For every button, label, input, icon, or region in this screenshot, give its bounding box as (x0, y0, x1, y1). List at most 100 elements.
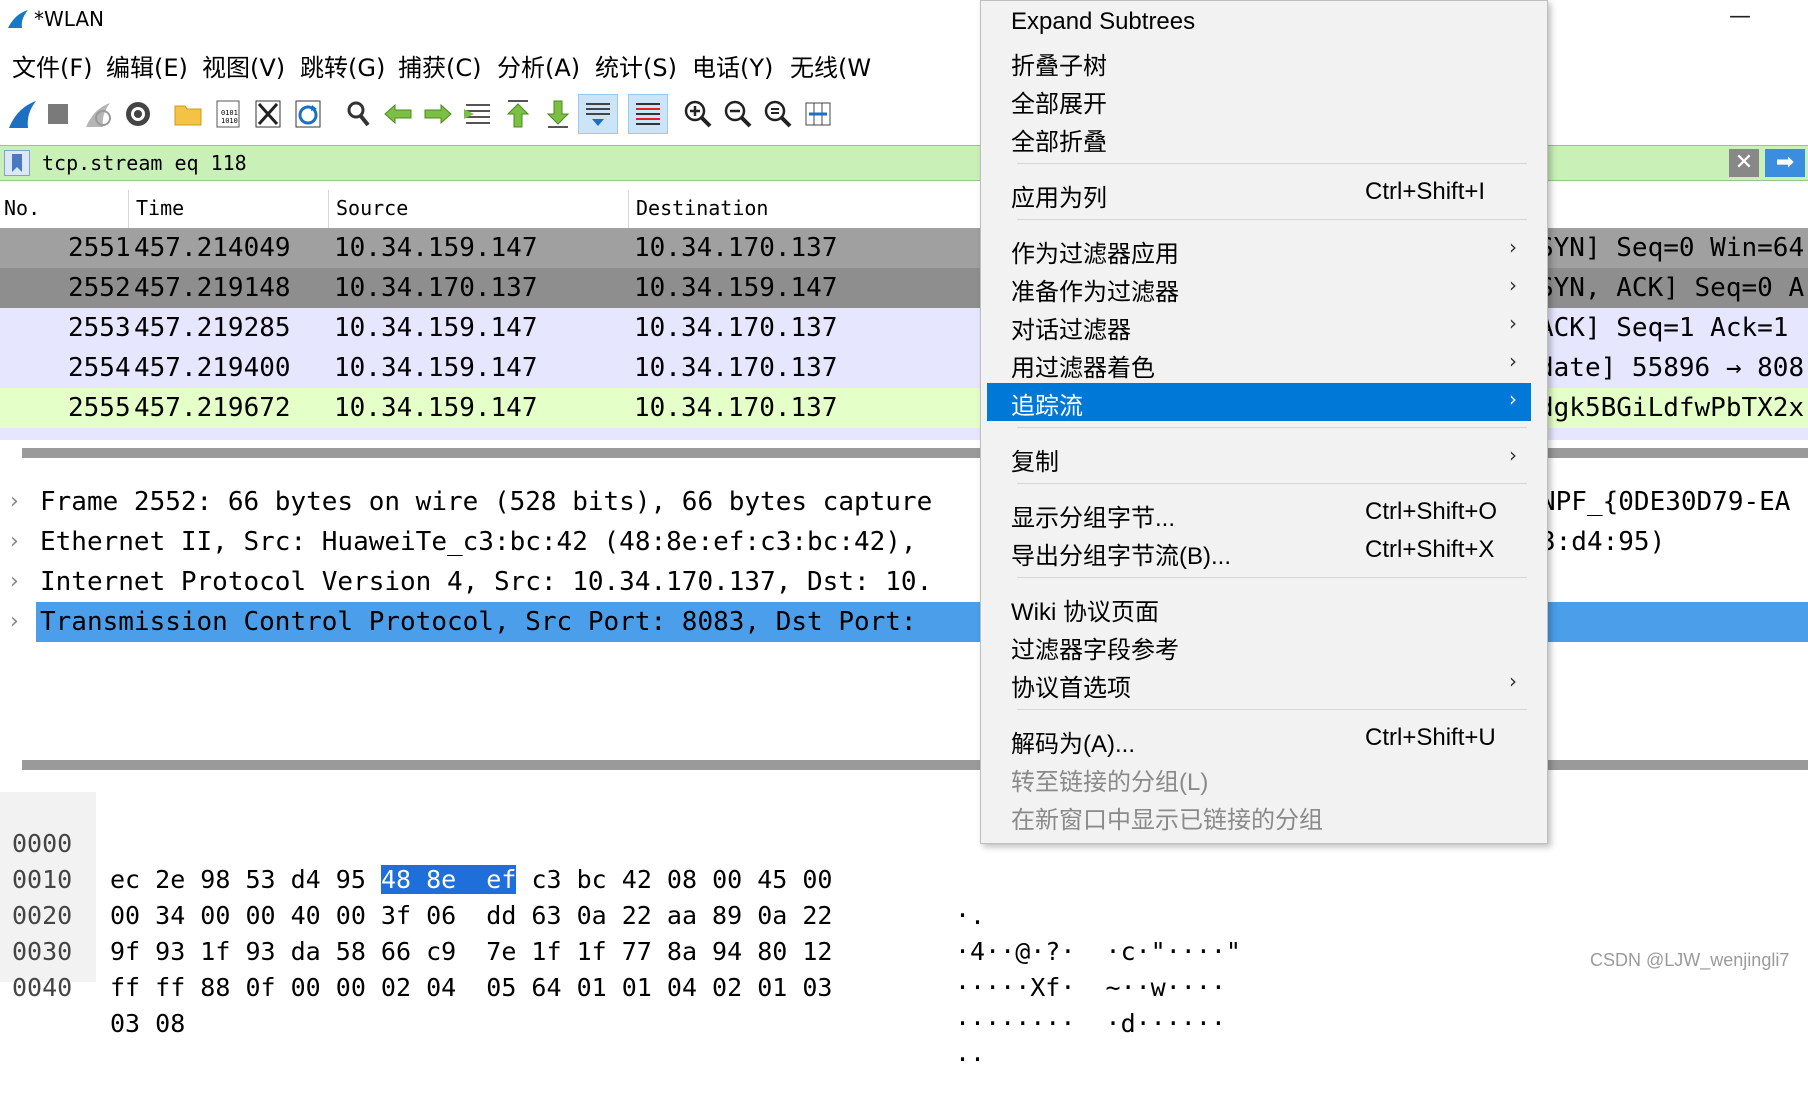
column-header-source[interactable]: Source (336, 196, 408, 220)
capture-options-icon[interactable] (118, 94, 158, 134)
menu-item-filter-field-reference[interactable]: 过滤器字段参考 (987, 627, 1531, 665)
stop-capture-icon[interactable] (38, 94, 78, 134)
window-title: *WLAN (34, 7, 105, 31)
context-menu: Expand Subtrees 折叠子树 全部展开 全部折叠 应用为列 Ctrl+… (980, 0, 1548, 844)
expand-arrow-icon[interactable]: › (10, 482, 19, 522)
restart-capture-icon[interactable] (78, 94, 118, 134)
menu-view[interactable]: 视图(V) (202, 48, 285, 83)
menu-separator (1017, 427, 1527, 428)
menu-bar: 文件(F) 编辑(E) 视图(V) 跳转(G) 捕获(C) 分析(A) 统计(S… (0, 40, 980, 86)
go-back-icon[interactable] (378, 94, 418, 134)
packet-destination: 10.34.170.137 (634, 353, 838, 383)
packet-no: 2553 (68, 313, 131, 343)
menu-item-copy[interactable]: 复制 › (987, 439, 1531, 477)
menu-item-expand-all[interactable]: 全部展开 (987, 81, 1531, 119)
menu-item-collapse-all[interactable]: 全部折叠 (987, 119, 1531, 157)
go-to-packet-icon[interactable] (458, 94, 498, 134)
menu-item-expand-subtrees[interactable]: Expand Subtrees (987, 5, 1531, 43)
menu-item-go-to-linked-packet[interactable]: 转至链接的分组(L) (987, 759, 1531, 797)
menu-edit[interactable]: 编辑(E) (106, 48, 188, 83)
menu-go[interactable]: 跳转(G) (300, 48, 385, 83)
menu-item-follow-stream[interactable]: 追踪流 › (987, 383, 1531, 421)
bytes-row[interactable]: 0010 00 34 00 00 40 00 3f 06 dd 63 0a 22… (0, 826, 1241, 966)
expand-arrow-icon[interactable]: › (10, 562, 19, 602)
save-file-icon[interactable]: 0101 1010 (208, 94, 248, 134)
menu-item-protocol-preferences[interactable]: 协议首选项 › (987, 665, 1531, 703)
packet-source: 10.34.170.137 (334, 273, 538, 303)
packet-source: 10.34.159.147 (334, 393, 538, 423)
filter-apply-button[interactable]: ➡ (1765, 149, 1805, 177)
expand-arrow-icon[interactable]: › (10, 602, 19, 642)
menu-item-decode-as[interactable]: 解码为(A)... Ctrl+Shift+U (987, 721, 1531, 759)
last-packet-icon[interactable] (538, 94, 578, 134)
menu-item-show-packet-bytes[interactable]: 显示分组字节... Ctrl+Shift+O (987, 495, 1531, 533)
autoscroll-icon[interactable] (578, 94, 618, 134)
packet-time: 457.214049 (134, 233, 291, 263)
packet-time: 457.219285 (134, 313, 291, 343)
menu-item-show-linked-packet-new-window[interactable]: 在新窗口中显示已链接的分组 (987, 797, 1531, 835)
display-filter-input[interactable] (36, 146, 988, 180)
column-divider[interactable] (628, 190, 629, 228)
packet-destination: 10.34.159.147 (634, 273, 838, 303)
column-divider[interactable] (328, 190, 329, 228)
menu-item-conversation-filter[interactable]: 对话过滤器 › (987, 307, 1531, 345)
watermark: CSDN @LJW_wenjingli7 (1590, 950, 1790, 970)
bytes-row[interactable]: 0040 03 08 ·· (0, 934, 985, 1074)
menu-item-export-packet-bytes[interactable]: 导出分组字节流(B)... Ctrl+Shift+X (987, 533, 1531, 571)
submenu-arrow-icon: › (1509, 273, 1517, 297)
column-header-destination[interactable]: Destination (636, 196, 768, 220)
menu-wireless[interactable]: 无线(W (790, 48, 871, 83)
menu-item-collapse-subtrees[interactable]: 折叠子树 (987, 43, 1531, 81)
filter-bookmark-icon[interactable] (4, 150, 30, 176)
packet-info: SYN] Seq=0 Win=64 (1538, 233, 1805, 263)
submenu-arrow-icon: › (1509, 669, 1517, 693)
go-forward-icon[interactable] (418, 94, 458, 134)
packet-info: dgk5BGiLdfwPbTX2x (1538, 393, 1805, 423)
zoom-in-icon[interactable] (678, 94, 718, 134)
find-packet-icon[interactable] (338, 94, 378, 134)
resize-columns-icon[interactable] (798, 94, 838, 134)
menu-item-apply-as-filter[interactable]: 作为过滤器应用 › (987, 231, 1531, 269)
menu-item-colorize-with-filter[interactable]: 用过滤器着色 › (987, 345, 1531, 383)
packet-destination: 10.34.170.137 (634, 233, 838, 263)
submenu-arrow-icon: › (1509, 387, 1517, 411)
bytes-row[interactable]: 0020 9f 93 1f 93 da 58 66 c9 7e 1f 1f 77… (0, 862, 1226, 1002)
close-file-icon[interactable] (248, 94, 288, 134)
column-header-time[interactable]: Time (136, 196, 184, 220)
menu-item-prepare-as-filter[interactable]: 准备作为过滤器 › (987, 269, 1531, 307)
open-file-icon[interactable] (168, 94, 208, 134)
colorize-icon[interactable] (628, 94, 668, 134)
first-packet-icon[interactable] (498, 94, 538, 134)
start-capture-icon[interactable] (2, 94, 42, 134)
menu-file[interactable]: 文件(F) (12, 48, 93, 83)
menu-analyze[interactable]: 分析(A) (497, 48, 580, 83)
packet-time: 457.219148 (134, 273, 291, 303)
packet-info: date] 55896 → 808 (1538, 353, 1805, 383)
menu-telephony[interactable]: 电话(Y) (692, 48, 773, 83)
submenu-arrow-icon: › (1509, 235, 1517, 259)
column-divider[interactable] (128, 190, 129, 228)
menu-item-wiki-protocol-page[interactable]: Wiki 协议页面 (987, 589, 1531, 627)
bytes-row[interactable]: 0000 ec 2e 98 53 d4 95 48 8e ef c3 bc 42… (0, 790, 985, 930)
packet-source: 10.34.159.147 (334, 233, 538, 263)
bytes-row[interactable]: 0030 ff ff 88 0f 00 00 02 04 05 64 01 01… (0, 898, 1226, 1038)
svg-text:0101: 0101 (221, 109, 238, 117)
packet-no: 2555 (68, 393, 131, 423)
packet-time: 457.219400 (134, 353, 291, 383)
submenu-arrow-icon: › (1509, 443, 1517, 467)
expand-arrow-icon[interactable]: › (10, 522, 19, 562)
normal-size-icon[interactable] (758, 94, 798, 134)
column-header-no[interactable]: No. (4, 196, 40, 220)
reload-icon[interactable] (288, 94, 328, 134)
wireshark-logo-icon (8, 10, 28, 28)
svg-text:1010: 1010 (221, 117, 238, 125)
menu-statistics[interactable]: 统计(S) (595, 48, 677, 83)
zoom-out-icon[interactable] (718, 94, 758, 134)
menu-capture[interactable]: 捕获(C) (398, 48, 481, 83)
submenu-arrow-icon: › (1509, 311, 1517, 335)
menu-item-apply-as-column[interactable]: 应用为列 Ctrl+Shift+I (987, 175, 1531, 213)
filter-clear-button[interactable]: ✕ (1729, 149, 1759, 177)
menu-separator (1017, 577, 1527, 578)
packet-info: SYN, ACK] Seq=0 A (1538, 273, 1805, 303)
minimize-button[interactable]: — (1720, 4, 1760, 34)
